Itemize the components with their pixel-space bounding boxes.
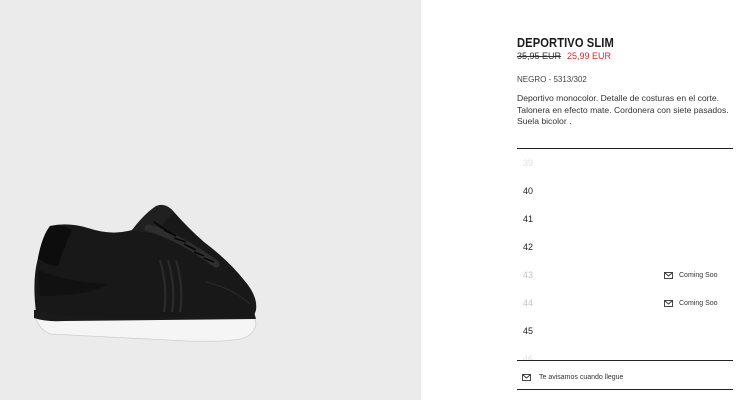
- size-label: 45: [523, 326, 534, 336]
- size-list[interactable]: 39 40 41 42 43 Coming Soo 44 Coming Soo …: [517, 148, 733, 361]
- price-block: 35,95 EUR 25,99 EUR: [517, 51, 611, 61]
- coming-soon-notice[interactable]: Coming Soo: [664, 300, 718, 307]
- size-label: 40: [523, 186, 534, 196]
- size-option-45[interactable]: 45: [517, 321, 733, 341]
- size-label: 41: [523, 214, 534, 224]
- mail-icon: [664, 299, 673, 307]
- size-option-40[interactable]: 40: [517, 181, 733, 201]
- size-label: 44: [523, 298, 534, 308]
- product-image-panel: [0, 0, 421, 400]
- size-option-42[interactable]: 42: [517, 237, 733, 257]
- sneaker-image: [33, 204, 257, 342]
- coming-soon-label: Coming Soo: [679, 271, 718, 279]
- coming-soon-notice[interactable]: Coming Soo: [664, 272, 718, 279]
- product-description: Deportivo monocolor. Detalle de costuras…: [517, 93, 729, 126]
- mail-icon: [664, 271, 673, 279]
- product-reference: NEGRO - 5313/302: [517, 75, 587, 84]
- coming-soon-label: Coming Soo: [679, 299, 718, 307]
- size-option-44[interactable]: 44 Coming Soo: [517, 293, 733, 313]
- product-title: DEPORTIVO SLIM: [517, 35, 614, 50]
- size-option-41[interactable]: 41: [517, 209, 733, 229]
- mail-icon: [522, 373, 531, 381]
- size-label: 42: [523, 242, 534, 252]
- size-label: 46: [523, 354, 534, 361]
- notify-label: Te avisamos cuando llegue: [539, 373, 624, 381]
- size-option-39: 39: [517, 153, 733, 173]
- sale-price: 25,99 EUR: [567, 51, 612, 61]
- size-option-43[interactable]: 43 Coming Soo: [517, 265, 733, 285]
- old-price: 35,95 EUR: [517, 51, 562, 61]
- size-option-46: 46: [517, 349, 733, 361]
- size-label: 43: [523, 270, 534, 280]
- notify-me-button[interactable]: Te avisamos cuando llegue: [517, 365, 733, 390]
- size-label: 39: [523, 158, 534, 168]
